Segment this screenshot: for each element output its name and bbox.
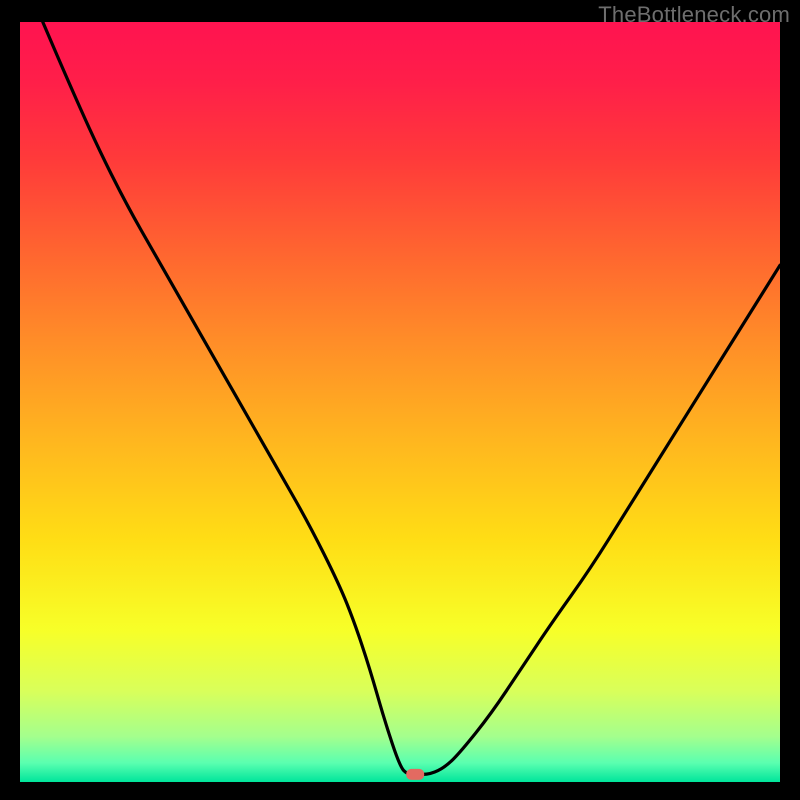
optimal-point-marker (406, 769, 424, 780)
plot-svg (20, 22, 780, 782)
gradient-background (20, 22, 780, 782)
plot-area (20, 22, 780, 782)
chart-outer-frame: TheBottleneck.com (0, 0, 800, 800)
watermark-label: TheBottleneck.com (598, 2, 790, 28)
